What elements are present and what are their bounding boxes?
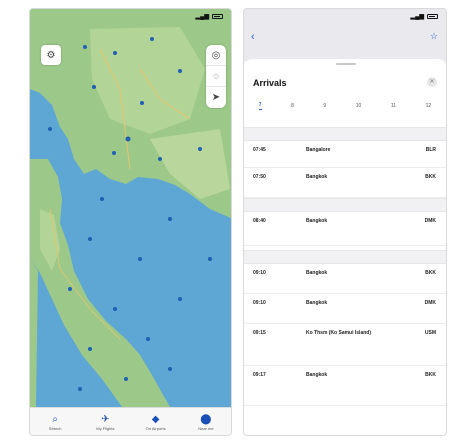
origin-city: Bangkok — [306, 300, 328, 306]
location-arrow-icon: ➤ — [211, 92, 221, 103]
airport-code: DMK — [424, 300, 436, 306]
layers-icon: ◎ — [211, 49, 221, 61]
battery-icon — [427, 13, 438, 19]
page-title: Arrivals — [253, 78, 287, 88]
flight-row[interactable]: 09:17 Bangkok BKK — [244, 366, 446, 406]
hour-tab[interactable]: 8 — [291, 103, 294, 109]
status-icons: ▂▄▆ — [196, 13, 223, 20]
map-screen: ▂▄▆ ⚙ ◎ ◌ ➤ ⌕ Search ✈ My Flights ◆ On A… — [29, 8, 232, 436]
hour-group-header — [244, 127, 446, 141]
map-view[interactable] — [30, 9, 232, 407]
search-icon: ⌕ — [52, 414, 58, 425]
hour-tab[interactable]: 9 — [323, 103, 326, 109]
arrivals-sheet: Arrivals ✕ 7 8 9 10 11 12 07:45 Bangalor… — [244, 59, 446, 435]
arrival-time: 09:17 — [253, 372, 266, 378]
status-icons: ▂▄▆ — [411, 13, 438, 20]
tab-label: Near me — [198, 426, 214, 431]
airport-code: BKK — [425, 372, 436, 378]
arrival-time: 09:10 — [253, 300, 266, 306]
origin-city: Bangalore — [306, 147, 331, 153]
airport-code: USM — [424, 330, 436, 336]
airport-code: BLR — [425, 147, 436, 153]
locate-me-button[interactable]: ➤ — [206, 87, 226, 108]
close-button[interactable]: ✕ — [427, 77, 437, 87]
origin-city: Bangkok — [306, 174, 328, 180]
status-bar: ▂▄▆ — [30, 9, 231, 23]
tab-search[interactable]: ⌕ Search — [35, 414, 75, 431]
hour-group-header — [244, 250, 446, 264]
flight-row[interactable]: 09:15 Ko Thsm (Ko Samui Island) USM — [244, 324, 446, 366]
flight-row[interactable]: 08:40 Bangkok DMK — [244, 212, 446, 246]
star-icon[interactable]: ☆ — [430, 31, 438, 42]
hour-selector: 7 8 9 10 11 12 — [244, 97, 446, 115]
origin-city: Bangkok — [306, 372, 328, 378]
sheet-grabber[interactable] — [336, 63, 356, 65]
flight-row[interactable]: 09:10 Bangkok DMK — [244, 294, 446, 324]
tab-label: My Flights — [96, 426, 115, 431]
map-layers-button[interactable]: ◎ — [206, 45, 226, 66]
tab-bar: ⌕ Search ✈ My Flights ◆ On Airports ⬤ Ne… — [30, 407, 231, 435]
flight-list: 07:45 Bangalore BLR 07:50 Bangkok BKK 08… — [244, 127, 446, 406]
airport-code: DMK — [424, 218, 436, 224]
tab-near-me[interactable]: ⬤ Near me — [186, 414, 226, 431]
back-button[interactable]: ‹ — [251, 31, 255, 43]
arrivals-screen: ▂▄▆ ‹ ☆ Arrivals ✕ 7 8 9 10 11 12 07:45 … — [243, 8, 447, 436]
hour-tab[interactable]: 12 — [426, 103, 432, 109]
hour-tab[interactable]: 7 — [258, 102, 262, 110]
signal-icon: ▂▄▆ — [410, 13, 424, 20]
tab-my-flights[interactable]: ✈ My Flights — [85, 414, 125, 431]
tab-label: Search — [48, 426, 62, 431]
origin-city: Ko Thsm (Ko Samui Island) — [306, 330, 372, 336]
arrival-time: 09:10 — [253, 270, 266, 276]
origin-city: Bangkok — [306, 270, 328, 276]
location-pin-icon: ⬤ — [200, 414, 212, 425]
map-filter-button[interactable]: ◌ — [206, 66, 226, 87]
battery-icon — [212, 13, 223, 19]
signal-icon: ▂▄▆ — [195, 13, 209, 20]
gear-icon: ⚙ — [46, 49, 56, 61]
plane-icon: ✈ — [101, 414, 110, 425]
tab-on-airports[interactable]: ◆ On Airports — [136, 414, 176, 431]
airport-code: BKK — [425, 174, 436, 180]
header-area: ▂▄▆ ‹ ☆ — [244, 9, 446, 61]
status-bar: ▂▄▆ — [244, 9, 446, 23]
flight-row[interactable]: 07:50 Bangkok BKK — [244, 168, 446, 198]
settings-map-button[interactable]: ⚙ — [41, 45, 61, 65]
airport-icon: ◆ — [151, 414, 160, 425]
flight-row[interactable]: 09:10 Bangkok BKK — [244, 264, 446, 294]
flight-row[interactable]: 07:45 Bangalore BLR — [244, 141, 446, 168]
map-controls: ◎ ◌ ➤ — [206, 45, 226, 108]
tab-label: On Airports — [145, 426, 166, 431]
hour-tab[interactable]: 10 — [356, 103, 362, 109]
arrival-time: 07:50 — [253, 174, 266, 180]
hour-group-header — [244, 198, 446, 212]
arrival-time: 08:40 — [253, 218, 266, 224]
origin-city: Bangkok — [306, 218, 328, 224]
hour-tab[interactable]: 11 — [391, 103, 396, 109]
arrival-time: 09:15 — [253, 330, 266, 336]
close-icon: ✕ — [429, 79, 435, 85]
filter-icon: ◌ — [213, 70, 219, 82]
airport-code: BKK — [425, 270, 436, 276]
arrival-time: 07:45 — [253, 147, 266, 153]
